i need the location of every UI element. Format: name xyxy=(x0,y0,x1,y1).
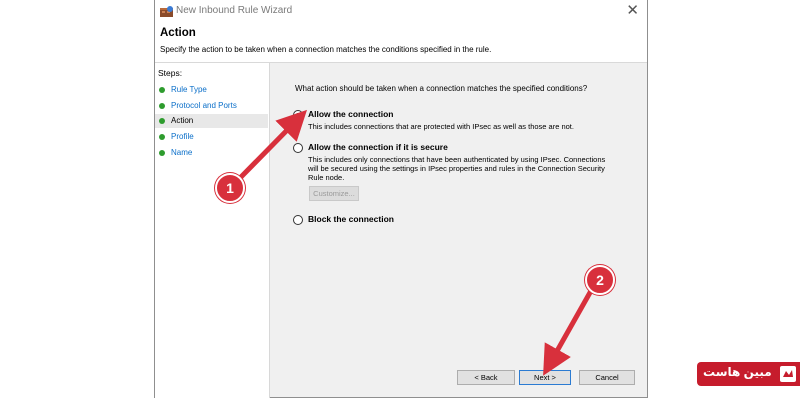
annotation-arrows xyxy=(237,109,595,376)
watermark-logo-icon xyxy=(780,366,796,382)
arrow-to-next-button xyxy=(543,286,595,376)
annotation-badge-2: 2 xyxy=(585,265,615,295)
watermark: مبین هاست xyxy=(697,362,800,386)
annotation-badge-1: 1 xyxy=(215,173,245,203)
watermark-text: مبین هاست xyxy=(703,365,772,379)
arrow-to-allow-option xyxy=(237,109,308,181)
